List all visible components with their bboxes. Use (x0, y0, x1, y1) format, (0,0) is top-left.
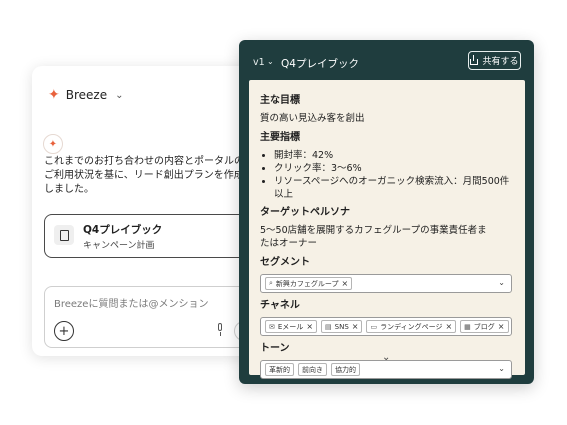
assistant-name: Breeze (65, 88, 108, 102)
segment-select[interactable]: ⌕ 新興カフェグループ × ⌄ (260, 274, 512, 293)
version-selector[interactable]: v1 (253, 57, 265, 68)
persona-heading: ターゲットペルソナ (260, 207, 350, 218)
channel-chip-blog[interactable]: ▦ ブログ × (460, 320, 509, 333)
remove-icon[interactable]: × (342, 279, 349, 288)
metrics-list: 開封率：42% クリック率：3〜6% リソースページへのオーガニック検索流入：月… (260, 149, 516, 201)
assistant-message: これまでのお打ち合わせの内容とポータルのご利用状況を基に、リード創出プランを作成… (44, 156, 244, 195)
list-item: クリック率：3〜6% (274, 162, 516, 175)
channel-chip-email[interactable]: ✉ Eメール × (265, 320, 318, 333)
share-icon (470, 55, 479, 65)
segment-chip[interactable]: ⌕ 新興カフェグループ × (265, 277, 353, 290)
remove-icon[interactable]: × (306, 322, 313, 331)
persona-text: 5〜50店舗を展開するカフェグループの事業責任者またはオーナー (260, 225, 487, 249)
social-icon: ▤ (325, 322, 332, 331)
channel-chip-landing-page[interactable]: ▭ ランディングページ × (366, 320, 457, 333)
chevron-down-icon[interactable]: ⌄ (498, 278, 505, 287)
playbook-card[interactable]: Q4プレイブック キャンペーン計画 (44, 214, 261, 258)
microphone-icon[interactable] (216, 323, 224, 337)
assistant-selector[interactable]: ✦ Breeze ⌄ (48, 88, 123, 102)
assistant-avatar: ✦ (43, 134, 63, 154)
playbook-title: Q4プレイブック (281, 58, 359, 70)
channel-chip-sns[interactable]: ▤ SNS × (321, 320, 363, 333)
tone-chip[interactable]: 革新的 (265, 363, 294, 376)
chat-input[interactable]: Breezeに質問または@メンション + (44, 286, 261, 348)
metrics-heading: 主要指標 (260, 132, 300, 143)
remove-icon[interactable]: × (498, 322, 505, 331)
remove-icon[interactable]: × (352, 322, 359, 331)
mail-icon: ✉ (269, 322, 275, 331)
playbook-document: 主な目標 質の高い見込み客を創出 主要指標 開封率：42% クリック率：3〜6%… (249, 80, 525, 379)
document-icon (54, 225, 74, 245)
chevron-down-icon: ⌄ (115, 89, 124, 101)
add-attachment-button[interactable]: + (54, 321, 74, 341)
list-item: 開封率：42% (274, 149, 516, 162)
landing-page-icon: ▭ (370, 322, 378, 331)
segment-heading: セグメント (260, 257, 310, 268)
playbook-card-title: Q4プレイブック (83, 224, 163, 236)
expand-more-icon[interactable]: ⌄ (382, 352, 390, 363)
chevron-down-icon[interactable]: ⌄ (267, 57, 274, 66)
share-button-label: 共有する (482, 57, 519, 67)
chevron-down-icon[interactable]: ⌄ (498, 364, 505, 373)
channel-heading: チャネル (260, 300, 300, 311)
tone-chip[interactable]: 前向き (298, 363, 327, 376)
tone-chip[interactable]: 協力的 (331, 363, 360, 376)
playbook-panel: v1 ⌄ Q4プレイブック 共有する 主な目標 質の高い見込み客を創出 主要指標… (239, 40, 534, 384)
channel-select[interactable]: ✉ Eメール × ▤ SNS × ▭ ランディングページ × ▦ ブログ × (260, 317, 512, 336)
remove-icon[interactable]: × (445, 322, 452, 331)
blog-icon: ▦ (464, 322, 471, 331)
sparkle-icon: ✦ (48, 87, 60, 103)
goal-text: 質の高い見込み客を創出 (260, 113, 365, 124)
search-icon: ⌕ (269, 279, 273, 287)
share-button[interactable]: 共有する (468, 51, 521, 70)
chat-input-placeholder: Breezeに質問または@メンション (54, 299, 209, 310)
goal-heading: 主な目標 (260, 95, 300, 106)
playbook-card-subtitle: キャンペーン計画 (83, 241, 155, 251)
list-item: リソースページへのオーガニック検索流入：月間500件以上 (274, 175, 516, 201)
